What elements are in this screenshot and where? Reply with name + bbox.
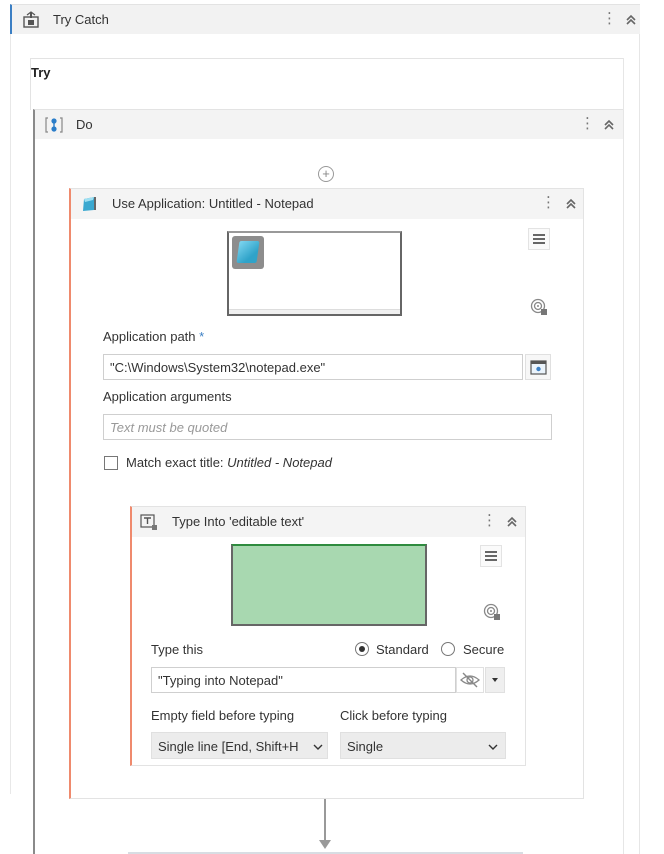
double-chevron-up-icon[interactable] (506, 516, 518, 528)
kebab-icon[interactable]: ⋮ (580, 116, 595, 131)
do-sequence-header[interactable]: Do ⋮ (33, 109, 623, 139)
eye-slash-icon (460, 672, 480, 688)
empty-field-selected-value: Single line [End, Shift+H (158, 739, 299, 754)
type-this-input[interactable] (151, 667, 456, 693)
click-before-selected-value: Single (347, 739, 384, 754)
browse-application-button[interactable] (525, 354, 551, 380)
application-path-label: Application path * (103, 329, 205, 344)
notepad-app-icon (83, 197, 96, 211)
browse-window-icon (530, 360, 547, 375)
target-element-screenshot[interactable] (231, 544, 427, 626)
do-sequence-title: Do (76, 117, 93, 132)
indicate-target-icon[interactable] (530, 298, 548, 316)
notepad-icon (232, 236, 264, 269)
use-application-header[interactable]: Use Application: Untitled - Notepad ⋮ (71, 189, 583, 219)
add-activity-button[interactable]: + (318, 166, 334, 182)
click-before-label: Click before typing (340, 708, 447, 723)
click-before-select[interactable]: Single (340, 732, 506, 759)
options-menu-button[interactable] (528, 228, 550, 250)
try-catch-left-border (10, 34, 11, 794)
type-into-title: Type Into 'editable text' (172, 514, 305, 529)
empty-field-select[interactable]: Single line [End, Shift+H (151, 732, 328, 759)
secure-radio-label: Secure (463, 642, 505, 657)
standard-radio-label: Standard (376, 642, 429, 657)
application-arguments-input[interactable] (103, 414, 552, 440)
application-screenshot-thumbnail[interactable] (227, 231, 402, 316)
type-this-label: Type this (151, 642, 204, 657)
chevron-down-icon (488, 744, 498, 750)
try-label: Try (31, 65, 51, 80)
double-chevron-up-icon[interactable] (565, 198, 577, 210)
options-menu-button[interactable] (480, 545, 502, 567)
secure-radio[interactable] (441, 642, 455, 656)
application-path-input[interactable] (103, 354, 523, 380)
double-chevron-up-icon[interactable] (625, 14, 637, 26)
try-catch-icon (23, 11, 39, 28)
type-this-options-dropdown[interactable] (485, 667, 505, 693)
double-chevron-up-icon[interactable] (603, 119, 615, 131)
sequence-icon (45, 117, 63, 133)
standard-radio[interactable] (355, 642, 369, 656)
try-catch-header[interactable]: Try Catch ⋮ (10, 4, 640, 34)
kebab-icon[interactable]: ⋮ (482, 513, 497, 528)
indicate-target-icon[interactable] (483, 603, 501, 621)
empty-field-label: Empty field before typing (151, 708, 295, 723)
flow-connector-line (324, 799, 326, 843)
match-exact-title-label: Match exact title: Untitled - Notepad (126, 455, 332, 470)
kebab-icon[interactable]: ⋮ (541, 195, 556, 210)
try-catch-title: Try Catch (53, 12, 109, 27)
type-into-icon (140, 514, 157, 530)
flow-arrow-icon (319, 840, 331, 849)
caret-down-icon (492, 678, 498, 682)
do-sequence-left-border (33, 139, 35, 854)
type-into-header[interactable]: Type Into 'editable text' ⋮ (132, 507, 525, 537)
match-exact-title-checkbox[interactable] (104, 456, 118, 470)
kebab-icon[interactable]: ⋮ (602, 11, 617, 26)
thumbnail-status-bar (229, 309, 400, 314)
chevron-down-icon (313, 744, 323, 750)
toggle-visibility-button[interactable] (456, 667, 484, 693)
use-application-title: Use Application: Untitled - Notepad (112, 196, 314, 211)
try-section-right-border (623, 58, 624, 854)
application-arguments-label: Application arguments (103, 389, 232, 404)
try-section (30, 58, 624, 110)
